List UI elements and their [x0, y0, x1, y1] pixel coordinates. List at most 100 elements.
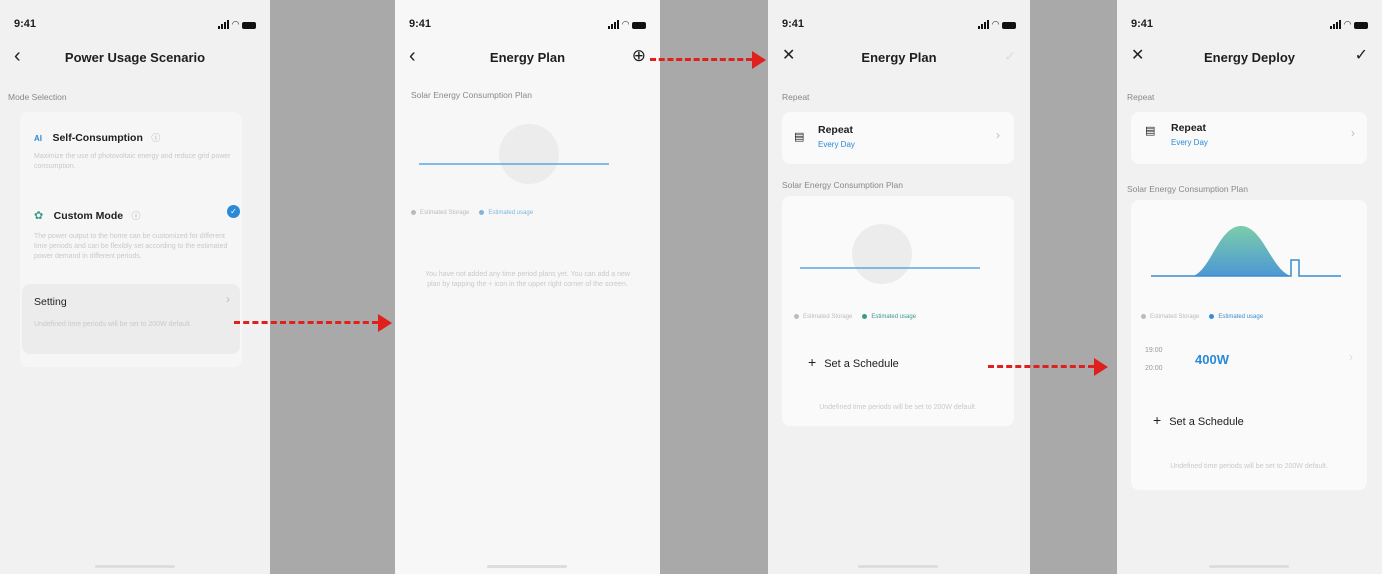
- divider-panel: [1030, 0, 1117, 574]
- battery-icon: [242, 22, 256, 29]
- page-title: Power Usage Scenario: [64, 50, 206, 65]
- status-time: 9:41: [409, 18, 432, 30]
- status-time: 9:41: [1131, 18, 1154, 30]
- chart-legend: Estimated Storage Estimated usage: [411, 210, 533, 216]
- custom-mode-option[interactable]: ✿ Custom Mode ⓘ ✓ The power output to th…: [34, 205, 240, 262]
- status-bar: 9:41 ◠: [14, 18, 256, 34]
- set-schedule-label: Set a Schedule: [1169, 416, 1244, 428]
- plus-icon: +: [1153, 412, 1162, 428]
- help-icon[interactable]: ⓘ: [132, 211, 141, 221]
- chart-legend: Estimated Storage Estimated usage: [794, 314, 916, 320]
- schedule-item[interactable]: 19:00 20:00 400W ›: [1137, 340, 1357, 382]
- schedule-end-time: 20:00: [1145, 365, 1163, 372]
- chevron-right-icon: ›: [226, 292, 230, 306]
- section-label: Solar Energy Consumption Plan: [1127, 184, 1248, 194]
- status-icons: ◠: [608, 20, 646, 29]
- section-label: Mode Selection: [8, 92, 67, 102]
- help-icon[interactable]: ⓘ: [151, 133, 160, 143]
- footnote: Undefined time periods will be set to 20…: [819, 404, 977, 411]
- signal-icon: [218, 20, 230, 29]
- chevron-right-icon: ›: [1349, 350, 1353, 364]
- confirm-icon[interactable]: ✓: [1004, 46, 1016, 66]
- setting-label: Setting: [34, 296, 67, 308]
- chart-legend: Estimated Storage Estimated usage: [1141, 314, 1263, 320]
- screen-energy-plan: 9:41 ◠ ✕ Energy Plan ✓ Repeat ▤ Repeat E…: [768, 0, 1030, 574]
- legend-item-usage: Estimated usage: [479, 210, 533, 216]
- footnote: Undefined time periods will be set to 20…: [1170, 463, 1328, 470]
- status-time: 9:41: [14, 18, 37, 30]
- screen-energy-deploy: 9:41 ◠ ✕ Energy Deploy ✓ Repeat ▤ Repeat…: [1117, 0, 1382, 574]
- status-bar: 9:41 ◠: [1131, 18, 1368, 34]
- signal-icon: [608, 20, 620, 29]
- self-consumption-option[interactable]: AI Self-Consumption ⓘ Maximize the use o…: [34, 128, 234, 172]
- setting-desc: Undefined time periods will be set to 20…: [34, 321, 192, 328]
- home-indicator: [487, 565, 567, 568]
- chevron-right-icon: ›: [1351, 126, 1355, 140]
- ai-badge: AI: [34, 134, 42, 143]
- nav-bar: ‹ Power Usage Scenario: [0, 46, 270, 70]
- confirm-icon[interactable]: ✓: [1355, 46, 1368, 66]
- set-schedule-button[interactable]: + Set a Schedule: [808, 354, 899, 370]
- wifi-icon: ◠: [992, 19, 999, 29]
- signal-icon: [1330, 20, 1342, 29]
- page-title: Energy Deploy: [1203, 50, 1296, 65]
- screen-power-usage-scenario: 9:41 ◠ ‹ Power Usage Scenario Mode Selec…: [0, 0, 270, 574]
- chevron-right-icon: ›: [996, 128, 1000, 142]
- wifi-icon: ◠: [232, 19, 239, 29]
- calendar-icon: ▤: [1145, 125, 1156, 137]
- setting-row[interactable]: Setting › Undefined time periods will be…: [22, 284, 240, 354]
- flow-arrow-head: [752, 51, 766, 69]
- legend-item-usage: Estimated usage: [1209, 314, 1263, 320]
- battery-icon: [1354, 22, 1368, 29]
- flow-arrow-head: [1094, 358, 1108, 376]
- set-schedule-label: Set a Schedule: [824, 358, 899, 370]
- wifi-icon: ◠: [622, 19, 629, 29]
- repeat-label: Repeat: [1171, 122, 1207, 134]
- plus-icon: +: [808, 354, 817, 370]
- home-indicator: [95, 565, 175, 568]
- plan-card: Estimated Storage Estimated usage + Set a…: [782, 196, 1014, 426]
- consumption-chart: [1151, 226, 1341, 277]
- status-bar: 9:41 ◠: [409, 18, 646, 34]
- schedule-power: 400W: [1195, 352, 1229, 367]
- screen-energy-plan-empty: 9:41 ◠ ‹ Energy Plan ⊕ Solar Energy Cons…: [395, 0, 660, 574]
- solar-generation-area: [1193, 226, 1291, 276]
- consumption-chart: [419, 124, 609, 184]
- empty-state-text: You have not added any time period plans…: [425, 271, 630, 288]
- nav-bar: ✕ Energy Deploy ✓: [1117, 46, 1382, 70]
- repeat-row[interactable]: ▤ Repeat Every Day ›: [782, 112, 1014, 164]
- wifi-icon: ◠: [1344, 19, 1351, 29]
- gear-icon: ✿: [34, 210, 44, 222]
- repeat-label: Repeat: [818, 124, 854, 136]
- nav-bar: ✕ Energy Plan ✓: [768, 46, 1030, 70]
- repeat-value: Every Day: [818, 140, 855, 149]
- section-label: Repeat: [1127, 92, 1155, 102]
- legend-item-storage: Estimated Storage: [794, 314, 852, 320]
- flow-arrow-line: [988, 365, 1094, 368]
- section-label: Solar Energy Consumption Plan: [782, 180, 903, 190]
- home-indicator: [858, 565, 938, 568]
- battery-icon: [632, 22, 646, 29]
- self-consumption-desc: Maximize the use of photovoltaic energy …: [34, 153, 231, 170]
- consumption-chart: [800, 224, 980, 284]
- solar-curve-placeholder: [499, 124, 559, 184]
- calendar-icon: ▤: [794, 131, 805, 143]
- status-time: 9:41: [782, 18, 805, 30]
- divider-panel: [660, 0, 768, 574]
- divider-panel: [270, 0, 395, 574]
- page-title: Energy Plan: [861, 50, 937, 65]
- schedule-start-time: 19:00: [1145, 347, 1163, 354]
- mode-card: AI Self-Consumption ⓘ Maximize the use o…: [20, 112, 242, 367]
- flow-arrow-line: [650, 58, 752, 61]
- check-icon: ✓: [227, 205, 240, 218]
- repeat-value: Every Day: [1171, 138, 1208, 147]
- add-plan-icon[interactable]: ⊕: [632, 46, 646, 66]
- solar-curve-placeholder: [852, 224, 912, 284]
- status-icons: ◠: [1330, 20, 1368, 29]
- section-label: Repeat: [782, 92, 810, 102]
- self-consumption-label: Self-Consumption: [52, 132, 143, 144]
- set-schedule-button[interactable]: + Set a Schedule: [1153, 412, 1244, 428]
- legend-item-storage: Estimated Storage: [1141, 314, 1199, 320]
- repeat-row[interactable]: ▤ Repeat Every Day ›: [1131, 112, 1367, 164]
- status-icons: ◠: [978, 20, 1016, 29]
